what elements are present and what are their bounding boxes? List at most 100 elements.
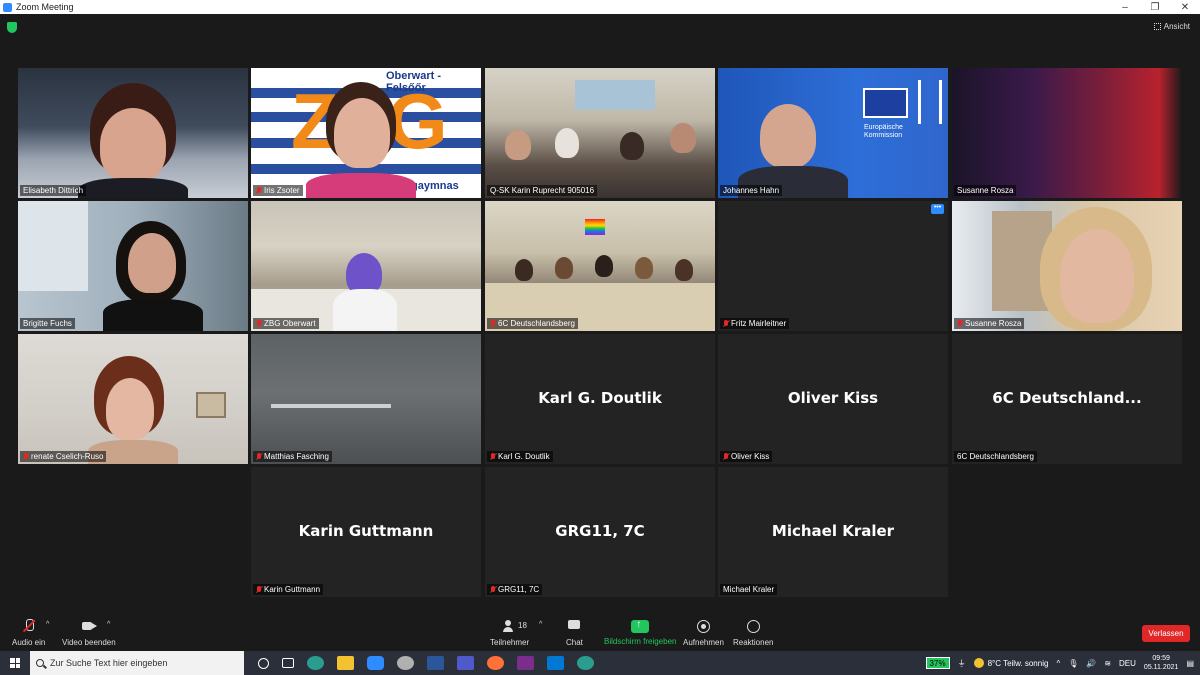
tray-chevron-icon[interactable]: ^ [1056,659,1060,668]
video-tile-active-speaker[interactable]: Europäische Kommission Johannes Hahn [718,68,948,198]
video-tile[interactable]: ••• Fritz Mairleitner [718,201,948,331]
microphone-tray-icon[interactable]: 🎙 [1068,659,1078,668]
record-button[interactable]: Aufnehmen [683,618,724,647]
mic-muted-icon [21,618,37,634]
video-options-caret[interactable]: ^ [107,621,110,628]
video-tile[interactable]: Susanne Rosza [952,68,1182,198]
cortana-icon[interactable] [258,657,269,669]
audio-label: Audio ein [12,638,46,647]
participant-name-label: GRG11, 7C [487,584,543,595]
share-screen-button[interactable]: Bildschirm freigeben [604,618,676,646]
maximize-button[interactable]: ❐ [1140,2,1170,13]
outlook-icon[interactable] [547,656,564,670]
battery-indicator[interactable]: 37% [925,657,950,669]
video-tile[interactable]: 6C Deutschlandsberg [485,201,715,331]
audio-options-caret[interactable]: ^ [46,621,49,628]
minimize-button[interactable]: – [1110,2,1140,13]
meeting-toolbar: Audio ein ^ Video beenden ^ Teilnehmer 1… [0,615,1200,651]
participant-name-label: 6C Deutschlandsberg [487,318,578,329]
video-tile[interactable]: Matthias Fasching [251,334,481,464]
edge-icon[interactable] [307,656,324,670]
student [555,128,579,158]
file-explorer-icon[interactable] [337,656,354,670]
notifications-icon[interactable]: ▤ [1186,659,1194,668]
clock-time: 09:59 [1152,655,1170,662]
weather-widget[interactable]: 8°C Teilw. sonnig [973,658,1048,668]
participant-name-label: Q-SK Karin Ruprecht 905016 [487,185,598,196]
record-icon [695,618,711,634]
window-title: Zoom Meeting [16,2,74,12]
network-icon[interactable]: ≋ [1104,659,1111,668]
word-icon[interactable] [427,656,444,670]
chat-button[interactable]: Chat [566,618,583,647]
mic-muted-icon [723,452,729,461]
rainbow-flag [585,219,605,235]
participant-name-label: Susanne Rosza [954,318,1025,329]
video-tile[interactable]: Karin Guttmann Karin Guttmann [251,467,481,597]
video-tile[interactable]: Oberwart - Felsőőr ZBG gaymnas Iris Zsot… [251,68,481,198]
student [595,255,613,277]
system-tray: 37% ⏚ 8°C Teilw. sonnig ^ 🎙 🔊 ≋ DEU 09:5… [925,654,1200,672]
encryption-shield-icon[interactable] [7,22,17,33]
video-tile[interactable]: Q-SK Karin Ruprecht 905016 [485,68,715,198]
eu-text: Europäische [864,124,903,131]
participants-count: 18 [518,621,527,630]
student [515,259,533,281]
video-tile[interactable]: GRG11, 7C GRG11, 7C [485,467,715,597]
teams-icon[interactable] [457,656,474,670]
audio-button[interactable]: Audio ein [12,618,45,647]
video-tile[interactable]: 6C Deutschland... 6C Deutschlandsberg [952,334,1182,464]
start-button[interactable] [0,651,30,675]
snipping-tool-icon[interactable] [397,656,414,670]
onenote-icon[interactable] [517,656,534,670]
participant-name-label: Karin Guttmann [253,584,324,595]
clock[interactable]: 09:59 05.11.2021 [1144,654,1179,672]
participant-name-label: Karl G. Doutlik [487,451,553,462]
video-tile[interactable]: Susanne Rosza [952,201,1182,331]
video-tile[interactable]: renate Cselich-Ruso [18,334,248,464]
video-label: Video beenden [62,638,116,647]
participant-name-label: Iris Zsoter [253,185,303,196]
participant-display-name: Oliver Kiss [787,389,879,407]
participant-name-label: Susanne Rosza [954,185,1017,196]
participant-display-name: Michael Kraler [771,522,895,540]
participant-video [251,334,481,464]
participant-name-label: Johannes Hahn [720,185,783,196]
share-screen-icon [631,619,650,633]
search-icon [36,659,44,667]
more-options-button[interactable]: ••• [931,204,944,214]
mic-muted-icon [256,319,262,328]
edge-dev-icon[interactable] [577,656,594,670]
zoom-app-icon[interactable] [367,656,384,670]
participants-options-caret[interactable]: ^ [539,621,542,628]
chat-icon [566,618,582,634]
speaker-icon[interactable]: 🔊 [1086,659,1096,668]
close-button[interactable]: ✕ [1170,2,1200,13]
taskbar-search[interactable]: Zur Suche Text hier eingeben [30,651,244,675]
video-tile[interactable]: Karl G. Doutlik Karl G. Doutlik [485,334,715,464]
video-tile[interactable]: ZBG Oberwart [251,201,481,331]
participant-body [78,178,188,198]
student-body [333,289,397,331]
firefox-icon[interactable] [487,656,504,670]
video-tile[interactable]: Oliver Kiss Oliver Kiss [718,334,948,464]
participant-name-label: renate Cselich-Ruso [20,451,107,462]
mic-muted-icon [23,452,29,461]
participant-name-label: Brigitte Fuchs [20,318,75,329]
video-tile[interactable]: Michael Kraler Michael Kraler [718,467,948,597]
clock-date: 05.11.2021 [1143,664,1179,671]
video-tile[interactable]: Elisabeth Dittrich [18,68,248,198]
task-view-icon[interactable] [282,658,294,668]
video-tile[interactable]: Brigitte Fuchs [18,201,248,331]
participant-display-name: Karin Guttmann [298,522,434,540]
view-button[interactable]: Ansicht [1153,22,1190,31]
window [18,201,88,291]
light-streak [271,404,391,408]
camera-icon [81,618,97,634]
school-banner-text: gaymnas [411,180,459,192]
reactions-button[interactable]: Reaktionen [733,618,773,647]
leave-button[interactable]: Verlassen [1142,625,1190,642]
mic-muted-icon [957,319,963,328]
participant-video [952,68,1182,198]
language-indicator[interactable]: DEU [1119,659,1136,668]
